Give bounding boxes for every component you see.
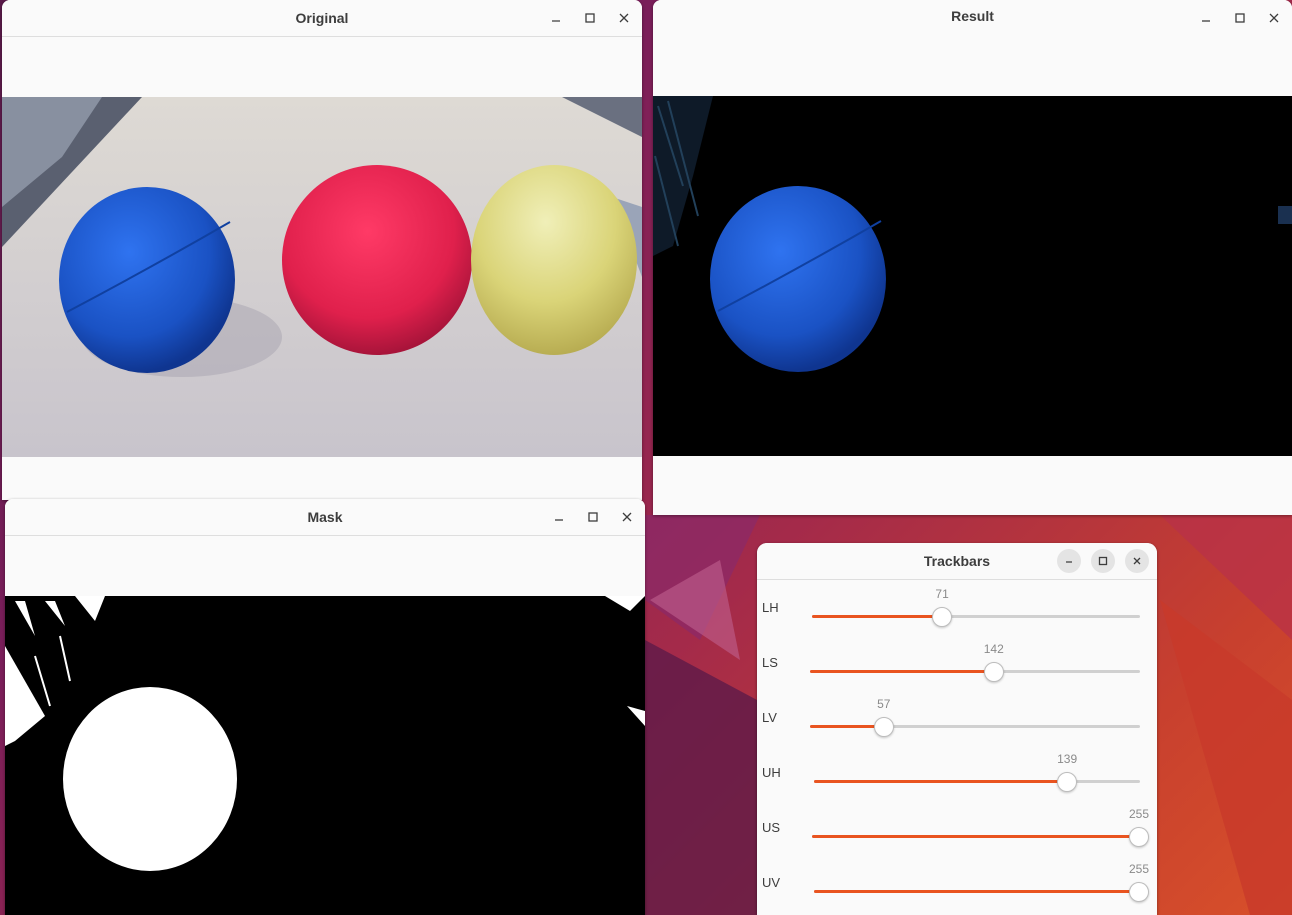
maximize-button[interactable] (581, 505, 605, 529)
result-window: Result (653, 0, 1292, 515)
close-icon (619, 13, 629, 23)
mask-image-svg (5, 596, 645, 915)
trackbar-value: 255 (1128, 862, 1150, 876)
trackbar-row-ls: LS 142 (757, 635, 1157, 690)
minimize-button[interactable] (547, 505, 571, 529)
result-toolbar-area (653, 36, 1292, 96)
trackbar-row-uv: UV 255 (757, 855, 1157, 910)
trackbar-label: LS (762, 655, 778, 670)
trackbar-row-lv: LV 57 (757, 690, 1157, 745)
minimize-icon (555, 519, 563, 521)
trackbar-slider[interactable] (810, 662, 1140, 682)
result-image (653, 96, 1292, 456)
trackbar-handle[interactable] (932, 607, 953, 627)
original-image (2, 97, 642, 457)
result-image-svg (653, 96, 1292, 456)
trackbar-handle[interactable] (983, 662, 1004, 682)
trackbar-row-lh: LH 71 (757, 580, 1157, 635)
original-image-svg (2, 97, 642, 457)
close-button[interactable] (1262, 6, 1286, 30)
trackbars-window: Trackbars LH 71 LS 142 LV 57 UH 139 US 2… (757, 543, 1157, 915)
trackbar-row-us: US 255 (757, 800, 1157, 855)
close-button[interactable] (615, 505, 639, 529)
maximize-icon (588, 512, 598, 522)
maximize-icon (1098, 556, 1108, 566)
trackbar-fill (810, 725, 884, 728)
mask-titlebar[interactable]: Mask (5, 499, 645, 536)
trackbar-fill (812, 835, 1139, 838)
trackbar-row-uh: UH 139 (757, 745, 1157, 800)
minimize-button[interactable] (544, 6, 568, 30)
trackbar-label: UH (762, 765, 781, 780)
original-window: Original (2, 0, 642, 500)
trackbar-slider[interactable] (814, 882, 1149, 902)
maximize-button[interactable] (1228, 6, 1252, 30)
trackbar-label: LV (762, 710, 777, 725)
trackbar-fill (814, 780, 1068, 783)
trackbar-handle[interactable] (1057, 772, 1078, 792)
maximize-icon (585, 13, 595, 23)
minimize-button[interactable] (1057, 549, 1081, 573)
trackbar-slider[interactable] (814, 772, 1140, 792)
trackbar-slider[interactable] (810, 717, 1140, 737)
trackbar-label: UV (762, 875, 781, 890)
maximize-button[interactable] (578, 6, 602, 30)
trackbar-fill (810, 670, 994, 673)
result-titlebar[interactable]: Result (653, 0, 1292, 37)
original-titlebar[interactable]: Original (2, 0, 642, 37)
trackbar-value: 71 (935, 587, 949, 601)
maximize-icon (1235, 13, 1245, 23)
trackbar-label: US (762, 820, 781, 835)
trackbar-label: LH (762, 600, 779, 615)
minimize-icon (1066, 561, 1072, 563)
trackbar-fill (814, 890, 1139, 893)
trackbar-slider[interactable] (812, 827, 1149, 847)
minimize-icon (1202, 20, 1210, 22)
trackbar-handle[interactable] (1129, 882, 1149, 902)
trackbar-value: 139 (1057, 752, 1078, 766)
mask-image (5, 596, 645, 915)
trackbar-value: 57 (877, 697, 891, 711)
close-button[interactable] (1125, 549, 1149, 573)
trackbar-handle[interactable] (873, 717, 894, 737)
mask-toolbar-area (5, 536, 645, 596)
trackbar-fill (812, 615, 943, 618)
maximize-button[interactable] (1091, 549, 1115, 573)
close-icon (1133, 557, 1141, 565)
trackbars-titlebar[interactable]: Trackbars (757, 543, 1157, 580)
mask-window: Mask (5, 499, 645, 915)
close-icon (622, 512, 632, 522)
close-icon (1269, 13, 1279, 23)
close-button[interactable] (612, 6, 636, 30)
original-toolbar-area (2, 37, 642, 97)
minimize-icon (552, 20, 560, 22)
trackbar-value: 142 (983, 642, 1004, 656)
trackbar-slider[interactable] (812, 607, 1140, 627)
trackbar-handle[interactable] (1129, 827, 1149, 847)
trackbar-value: 255 (1128, 807, 1150, 821)
minimize-button[interactable] (1194, 6, 1218, 30)
